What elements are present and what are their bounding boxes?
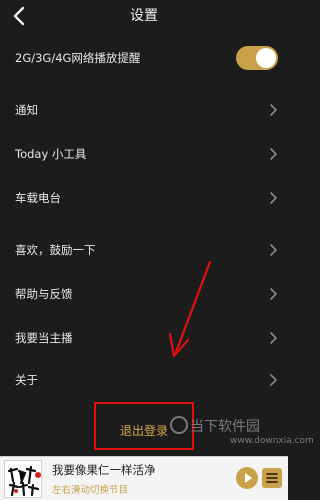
annotation-arrow xyxy=(168,260,212,358)
setting-notifications[interactable]: 通知 xyxy=(0,96,288,124)
setting-label: 通知 xyxy=(15,103,38,117)
setting-today-widget[interactable]: Today 小工具 xyxy=(0,140,288,168)
now-playing-title: 我要像果仁一样活净 xyxy=(52,463,156,477)
setting-label: 我要当主播 xyxy=(15,331,73,345)
chevron-right-icon xyxy=(270,244,277,256)
chevron-right-icon xyxy=(270,374,277,386)
album-cover[interactable] xyxy=(4,460,42,498)
swipe-hint: 左右滑动切换节目 xyxy=(52,485,129,496)
watermark: 当下软件园 www.downxia.com xyxy=(170,414,314,454)
chevron-right-icon xyxy=(270,288,277,300)
setting-help-feedback[interactable]: 帮助与反馈 xyxy=(0,280,288,308)
chevron-right-icon xyxy=(270,192,277,204)
setting-label: 2G/3G/4G网络播放提醒 xyxy=(15,51,141,65)
chevron-right-icon xyxy=(270,332,277,344)
setting-car-radio[interactable]: 车载电台 xyxy=(0,184,288,212)
album-cover-art xyxy=(5,461,41,497)
playlist-button[interactable] xyxy=(262,468,282,488)
setting-label: 帮助与反馈 xyxy=(15,287,73,301)
setting-label: Today 小工具 xyxy=(15,147,87,161)
setting-label: 关于 xyxy=(15,373,38,387)
mini-player[interactable]: 我要像果仁一样活净 左右滑动切换节目 xyxy=(0,456,288,500)
watermark-logo-icon xyxy=(170,416,188,434)
play-icon xyxy=(245,473,252,483)
watermark-text: 当下软件园 xyxy=(190,419,260,435)
setting-become-host[interactable]: 我要当主播 xyxy=(0,324,288,352)
setting-label: 喜欢，鼓励一下 xyxy=(15,243,96,257)
navigation-bar: 设置 xyxy=(0,0,288,32)
network-reminder-toggle[interactable] xyxy=(236,46,278,70)
chevron-right-icon xyxy=(270,104,277,116)
setting-label: 车载电台 xyxy=(15,191,61,205)
play-button[interactable] xyxy=(236,467,258,489)
toggle-knob xyxy=(256,48,276,68)
setting-network-reminder: 2G/3G/4G网络播放提醒 xyxy=(0,44,288,72)
setting-about[interactable]: 关于 xyxy=(0,366,288,394)
chevron-right-icon xyxy=(270,148,277,160)
page-title: 设置 xyxy=(130,8,158,24)
list-icon xyxy=(266,473,278,483)
setting-rate-app[interactable]: 喜欢，鼓励一下 xyxy=(0,236,288,264)
watermark-url: www.downxia.com xyxy=(230,436,314,446)
